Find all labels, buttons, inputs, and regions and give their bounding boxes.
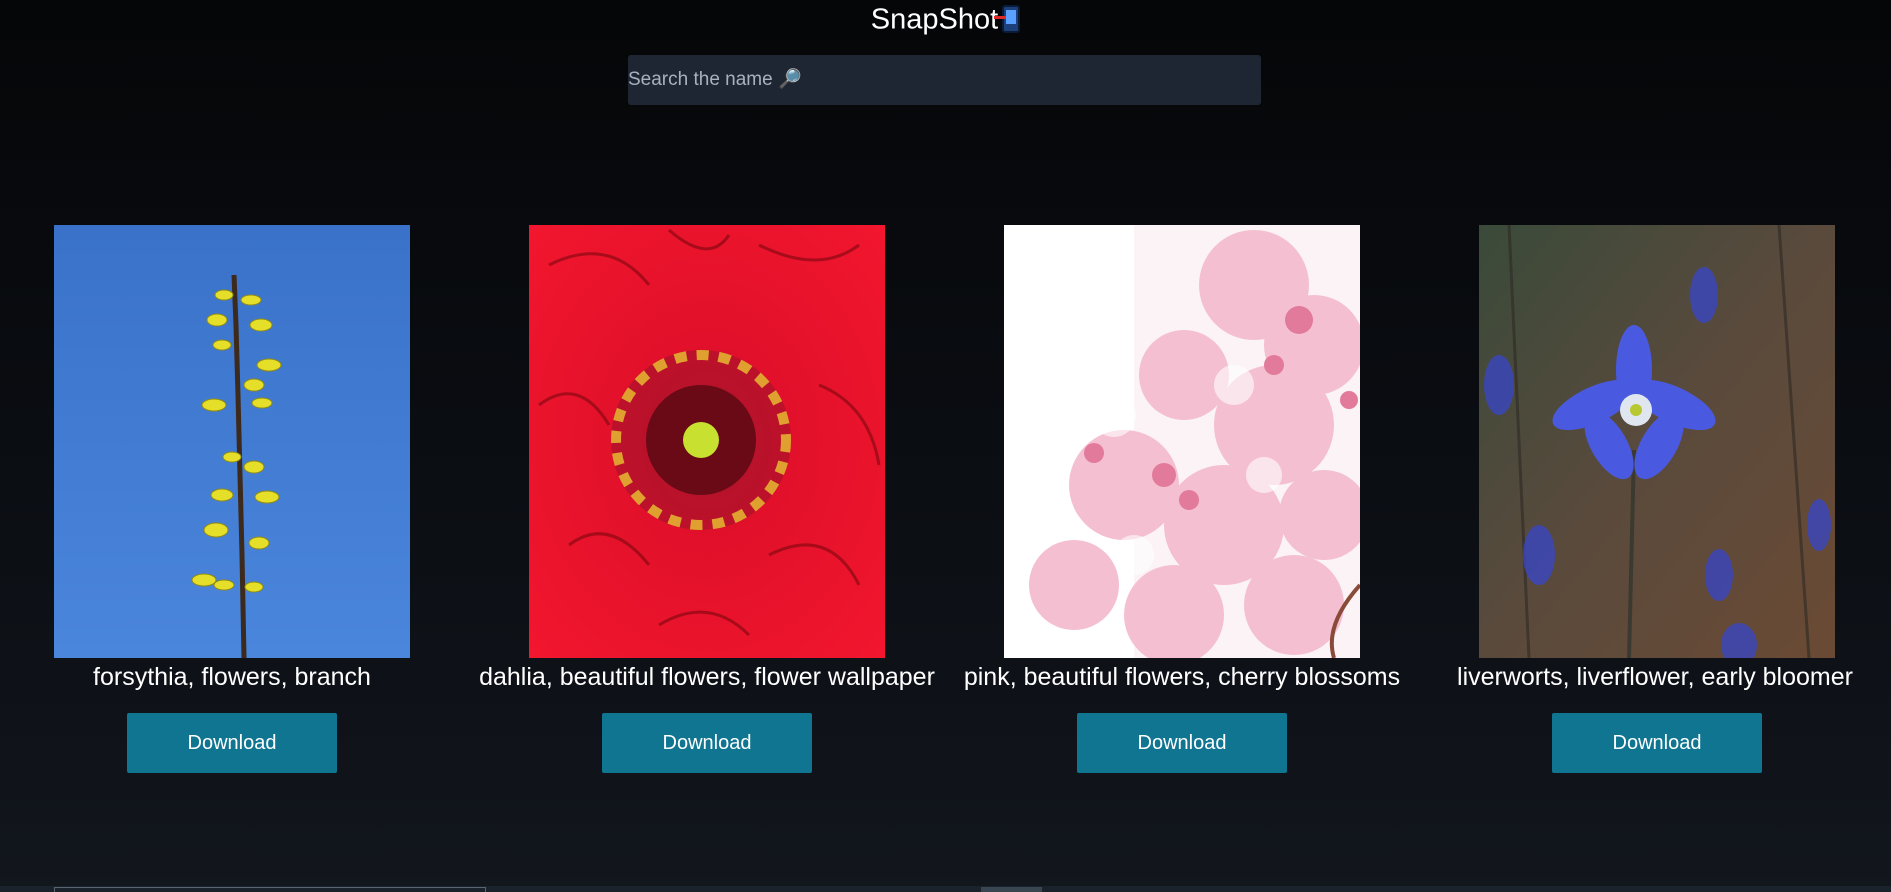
dahlia-photo xyxy=(529,225,885,658)
cherry-blossom-image xyxy=(1004,225,1360,658)
download-button[interactable]: Download xyxy=(602,713,812,773)
scrollbar-segment xyxy=(54,887,486,892)
image-caption: pink, beautiful flowers, cherry blossoms xyxy=(963,663,1401,691)
liverwort-image xyxy=(1479,225,1835,658)
horizontal-scrollbar-thumb[interactable] xyxy=(981,887,1042,892)
image-caption: dahlia, beautiful flowers, flower wallpa… xyxy=(479,663,935,691)
dahlia-image xyxy=(529,225,885,658)
mobile-phone-icon xyxy=(994,5,1021,34)
cherry-blossom-photo xyxy=(1004,225,1360,658)
image-caption: liverworts, liverflower, early bloomer xyxy=(1457,663,1853,691)
download-button[interactable]: Download xyxy=(1552,713,1762,773)
download-button[interactable]: Download xyxy=(1077,713,1287,773)
page: SnapShot Search the name 🔎 forsythia, fl… xyxy=(0,0,1891,892)
app-title: SnapShot xyxy=(0,0,1891,37)
image-caption: forsythia, flowers, branch xyxy=(93,663,371,691)
liverwort-photo xyxy=(1479,225,1835,658)
download-button[interactable]: Download xyxy=(127,713,337,773)
search-input[interactable] xyxy=(628,55,1261,105)
forsythia-image xyxy=(54,225,410,658)
forsythia-photo xyxy=(54,225,410,658)
app-title-text: SnapShot xyxy=(870,3,999,36)
